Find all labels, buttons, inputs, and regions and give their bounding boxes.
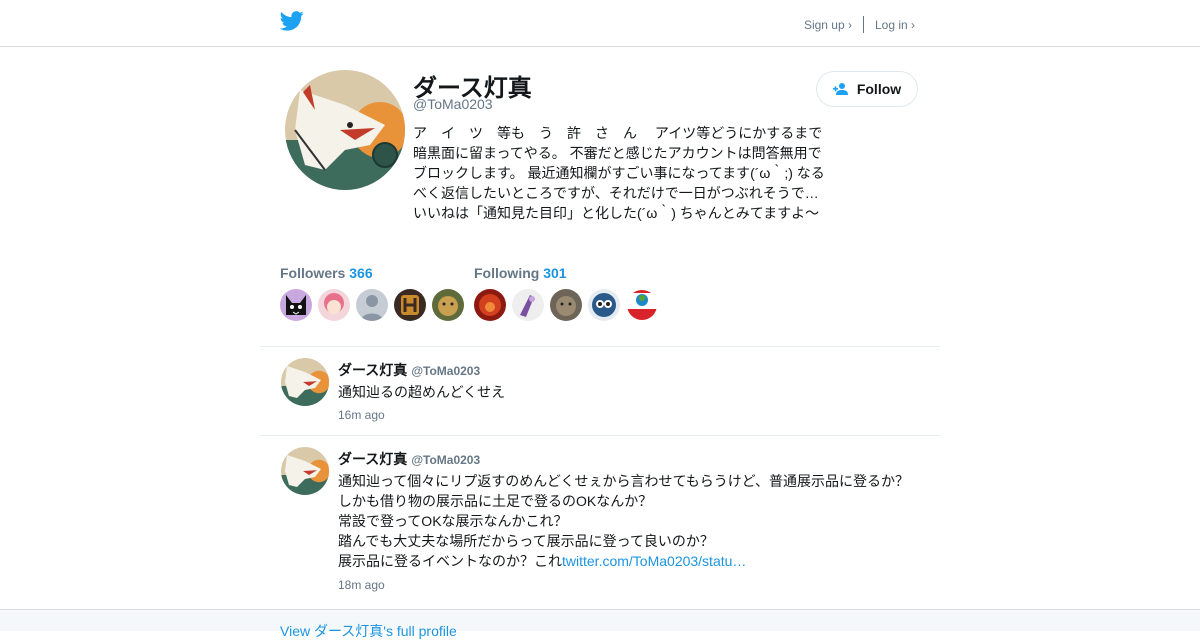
tweet-line: 展示品に登るイベントなのか？これ: [338, 553, 562, 569]
follower-avatar[interactable]: [432, 289, 464, 321]
tweet-line: 常設で登ってOKな展示なんかこれ？: [338, 513, 568, 529]
follower-avatar[interactable]: [356, 289, 388, 321]
following-title[interactable]: Following 301: [474, 265, 664, 281]
follow-button-label: Follow: [856, 81, 902, 97]
signup-link[interactable]: Sign up ›: [804, 18, 852, 32]
tweet-author[interactable]: ダース灯真 @ToMa0203: [338, 360, 480, 380]
profile-handle: @ToMa0203: [413, 96, 493, 112]
tweet-link[interactable]: twitter.com/ToMa0203/statu…: [562, 553, 746, 569]
tweet-timestamp[interactable]: 18m ago: [338, 578, 385, 592]
followers-block: Followers 366: [280, 265, 470, 321]
full-profile-link[interactable]: View ダース灯真's full profile: [280, 621, 457, 641]
follower-avatar[interactable]: [318, 289, 350, 321]
following-thumbs: [474, 289, 664, 321]
login-link[interactable]: Log in ›: [875, 18, 915, 32]
tweet-author-name: ダース灯真: [338, 451, 408, 467]
tweet-item[interactable]: ダース灯真 @ToMa0203 通知辿って個々にリプ返すのめんどくせぇから言わせて…: [260, 435, 940, 609]
profile-avatar[interactable]: [285, 70, 405, 190]
following-label: Following: [474, 265, 540, 281]
following-avatar[interactable]: [550, 289, 582, 321]
tweet-author-handle: @ToMa0203: [411, 364, 481, 378]
tweet-line: 通知辿って個々にリプ返すのめんどくせぇから言わせてもらうけど、普通展示品に登るか…: [338, 473, 910, 489]
follower-avatar[interactable]: [280, 289, 312, 321]
following-avatar[interactable]: [512, 289, 544, 321]
footer-bar: View ダース灯真's full profile: [0, 609, 1200, 639]
tweet-text: 通知辿るの超めんどくせえ: [338, 384, 506, 400]
tweet-item[interactable]: ダース灯真 @ToMa0203 通知辿るの超めんどくせえ 16m ago: [260, 346, 940, 436]
following-avatar[interactable]: [588, 289, 620, 321]
header-nav: Sign up › Log in ›: [804, 16, 915, 33]
followers-label: Followers: [280, 265, 346, 281]
wolf-avatar-image: [285, 70, 405, 190]
following-count: 301: [543, 265, 567, 281]
tweet-line: 踏んでも大丈夫な場所だからって展示品に登って良いのか？: [338, 533, 714, 549]
profile-bio: ア イ ツ 等も う 許 さ ん アイツ等どうにかするまで暗黒面に留まってやる。…: [413, 125, 825, 221]
tweet-line-last: 展示品に登るイベントなのか？これtwitter.com/ToMa0203/sta…: [338, 551, 928, 571]
add-user-icon: [832, 83, 848, 95]
nav-divider: [862, 16, 864, 33]
followers-title[interactable]: Followers 366: [280, 265, 470, 281]
tweet-timestamp[interactable]: 16m ago: [338, 408, 385, 422]
follower-avatar[interactable]: [394, 289, 426, 321]
follow-button[interactable]: Follow: [816, 71, 918, 107]
tweet-text: 通知辿って個々にリプ返すのめんどくせぇから言わせてもらうけど、普通展示品に登るか…: [338, 471, 928, 571]
tweet-avatar[interactable]: [281, 447, 329, 495]
following-block: Following 301: [474, 265, 664, 321]
tweet-author[interactable]: ダース灯真 @ToMa0203: [338, 449, 480, 469]
tweet-author-handle: @ToMa0203: [411, 453, 481, 467]
following-avatar[interactable]: [474, 289, 506, 321]
tweet-author-name: ダース灯真: [338, 362, 408, 378]
twitter-bird-icon[interactable]: [280, 11, 304, 31]
tweet-avatar[interactable]: [281, 358, 329, 406]
following-avatar[interactable]: [626, 289, 658, 321]
followers-count: 366: [349, 265, 373, 281]
followers-thumbs: [280, 289, 470, 321]
tweet-line: しかも借り物の展示品に土足で登るのOKなんか？: [338, 493, 653, 509]
top-bar: Sign up › Log in ›: [0, 0, 1200, 47]
